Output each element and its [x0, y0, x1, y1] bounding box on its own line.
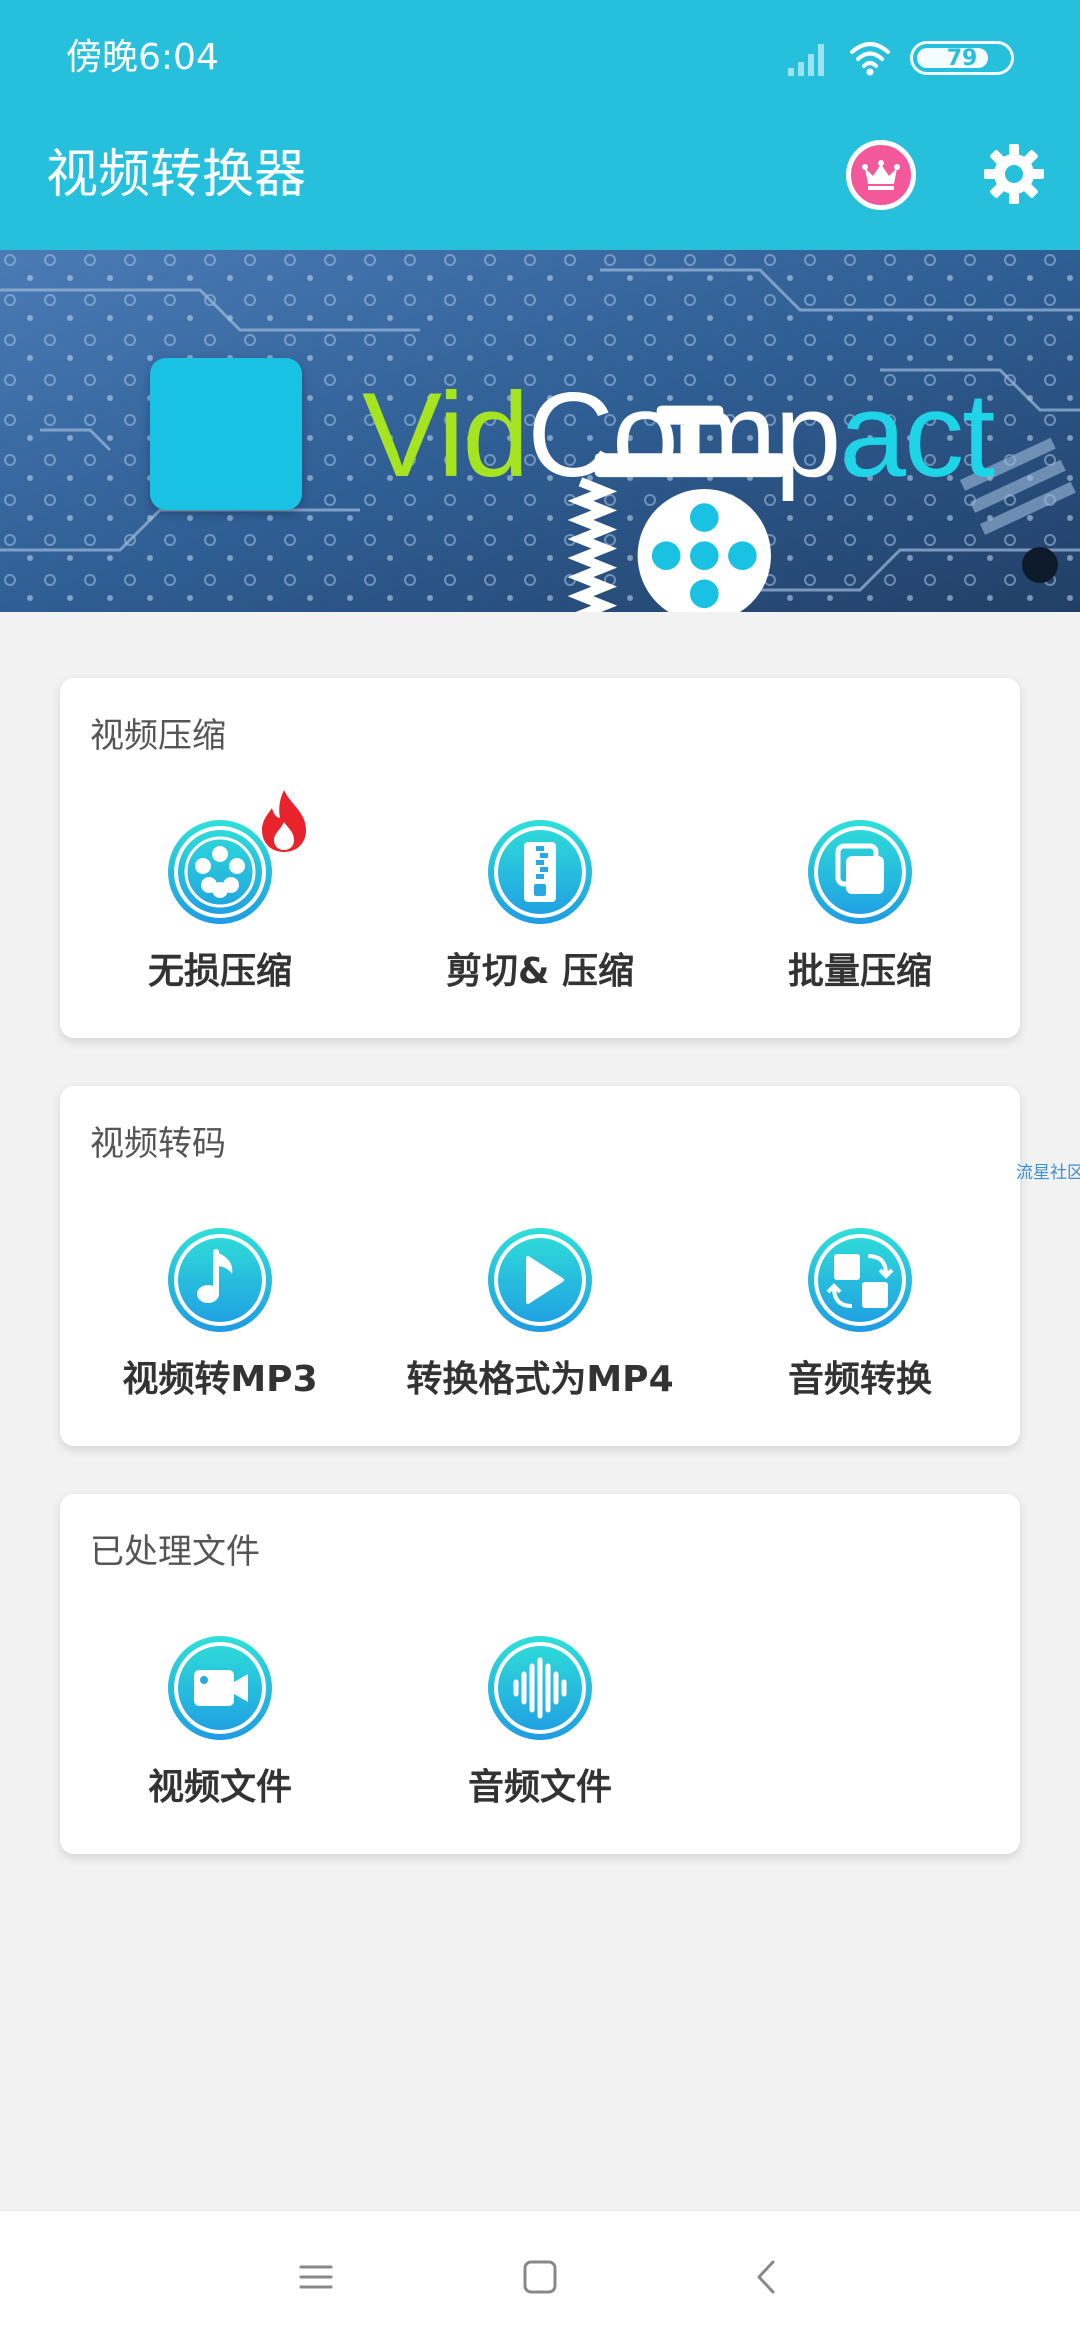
- audio-convert-label: 音频转换: [787, 1359, 932, 1400]
- files-section-title: 已处理文件: [90, 1532, 260, 1572]
- vip-button[interactable]: [846, 140, 916, 210]
- convert-to-mp4-button[interactable]: 转换格式为MP4: [380, 1226, 700, 1426]
- video-files-label: 视频文件: [147, 1767, 292, 1808]
- wordmark-part-comp: Comp: [527, 368, 841, 502]
- system-nav-bar: [0, 2210, 1080, 2341]
- swap-icon: [808, 1228, 912, 1332]
- batch-compress-button[interactable]: 批量压缩: [700, 818, 1020, 1018]
- audio-convert-button[interactable]: 音频转换: [700, 1226, 1020, 1426]
- stacked-squares-icon: [808, 820, 912, 924]
- wordmark-part-vid: Vid: [362, 368, 529, 502]
- lossless-compress-button[interactable]: 无损压缩: [60, 790, 380, 1018]
- status-icons: 79: [786, 36, 1014, 80]
- status-bar: 傍晚6:04 79: [0, 0, 1080, 120]
- transcode-section-card: 视频转码 视频转MP3 转换格式为MP4 音频转换: [60, 1086, 1020, 1446]
- gear-icon: [984, 144, 1044, 204]
- edge-watermark-text: 流星社区: [1016, 1163, 1080, 1183]
- zipper-icon: [488, 820, 592, 924]
- menu-button[interactable]: [286, 2247, 346, 2307]
- signal-icon: [788, 44, 824, 76]
- video-to-mp3-label: 视频转MP3: [122, 1359, 318, 1400]
- video-camera-icon: [168, 1636, 272, 1740]
- video-to-mp3-button[interactable]: 视频转MP3: [60, 1226, 380, 1426]
- banner-logo-tile: [150, 358, 786, 612]
- audio-wave-icon: [488, 1636, 592, 1740]
- compress-section-title: 视频压缩: [90, 716, 226, 756]
- fire-icon: [262, 790, 306, 852]
- convert-to-mp4-label: 转换格式为MP4: [406, 1359, 674, 1400]
- wordmark-part-act: act: [839, 368, 995, 502]
- wifi-icon: [850, 42, 890, 76]
- transcode-section-title: 视频转码: [90, 1124, 226, 1164]
- promo-banner[interactable]: VidCompact: [0, 250, 1080, 612]
- files-section-card: 已处理文件 视频文件 音频文件: [60, 1494, 1020, 1854]
- trim-compress-button[interactable]: 剪切& 压缩: [380, 818, 700, 1018]
- battery-icon: 79: [910, 41, 1014, 75]
- banner-wordmark: VidCompact: [362, 360, 995, 510]
- play-icon: [488, 1228, 592, 1332]
- trim-compress-label: 剪切& 压缩: [446, 951, 634, 992]
- back-icon: [757, 2260, 775, 2294]
- music-note-icon: [168, 1228, 272, 1332]
- status-time: 傍晚6:04: [66, 37, 219, 78]
- app-header: 傍晚6:04 79 视频转换器: [0, 0, 1080, 250]
- batch-compress-label: 批量压缩: [787, 951, 932, 992]
- home-icon: [523, 2260, 557, 2294]
- crown-icon: [862, 160, 900, 190]
- home-button[interactable]: [510, 2247, 570, 2307]
- battery-level: 79: [946, 45, 978, 71]
- lossless-compress-label: 无损压缩: [147, 951, 292, 992]
- video-files-button[interactable]: 视频文件: [60, 1634, 380, 1834]
- compress-section-card: 视频压缩 无损压缩 剪切& 压缩 批量压缩: [60, 678, 1020, 1038]
- settings-button[interactable]: [980, 140, 1048, 208]
- audio-files-label: 音频文件: [467, 1767, 612, 1808]
- app-title: 视频转换器: [46, 145, 307, 205]
- menu-icon: [299, 2265, 333, 2289]
- back-button[interactable]: [736, 2247, 796, 2307]
- audio-files-button[interactable]: 音频文件: [380, 1634, 700, 1834]
